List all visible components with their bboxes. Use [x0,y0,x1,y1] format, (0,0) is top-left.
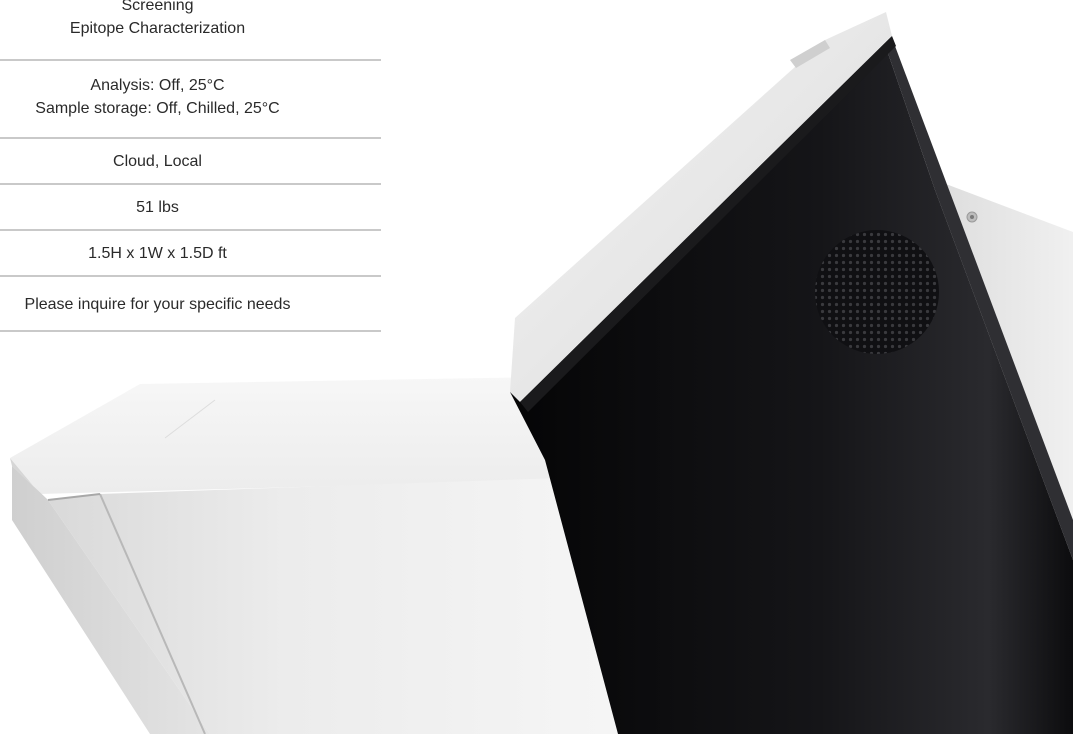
spec-value-weight: 51 lbs [136,199,179,216]
spec-row-temperature: Analysis: Off, 25°C Sample storage: Off,… [0,60,381,139]
spec-row-connectivity: Cloud, Local [0,138,381,185]
spec-value-connectivity: Cloud, Local [113,153,202,170]
spec-row-dimensions: 1.5H x 1W x 1.5D ft [0,230,381,277]
spec-row-applications: Screening Epitope Characterization [0,0,381,61]
spec-row-weight: 51 lbs [0,184,381,231]
spec-value-application-1: Screening [121,0,194,14]
spec-value-analysis-temp: Analysis: Off, 25°C [90,77,225,94]
spec-value-storage-temp: Sample storage: Off, Chilled, 25°C [35,100,280,117]
spec-value-application-2: Epitope Characterization [69,20,246,37]
spec-value-dimensions: 1.5H x 1W x 1.5D ft [88,245,227,262]
spec-value-price: Please inquire for your specific needs [24,296,291,313]
spec-row-price: Please inquire for your specific needs [0,276,381,332]
